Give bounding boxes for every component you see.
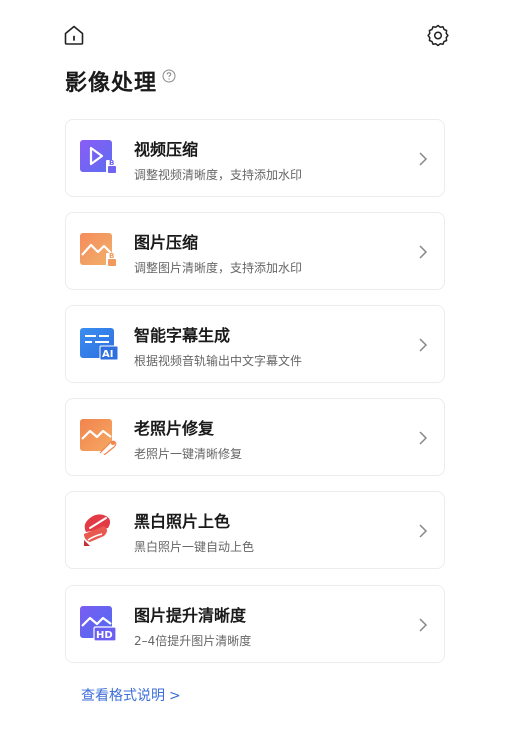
chevron-right-icon xyxy=(418,244,428,260)
card-title: 智能字幕生成 xyxy=(134,326,231,345)
help-circle-icon[interactable] xyxy=(162,68,176,83)
card-title: 图片提升清晰度 xyxy=(134,606,247,625)
card-title: 黑白照片上色 xyxy=(134,512,231,531)
card-description: 调整图片清晰度，支持添加水印 xyxy=(134,261,303,275)
page-title: 影像处理 xyxy=(65,71,158,96)
svg-text:AI: AI xyxy=(102,349,113,360)
card-description: 2–4倍提升图片清晰度 xyxy=(134,634,252,648)
page-header: 影像处理 xyxy=(65,64,176,98)
card-title: 图片压缩 xyxy=(134,233,199,252)
format-help-link[interactable]: 查看格式说明 > xyxy=(81,685,181,705)
chevron-right-icon xyxy=(418,430,428,446)
svg-text:B: B xyxy=(109,252,114,260)
card-description: 黑白照片一键自动上色 xyxy=(134,540,255,554)
card-colorize[interactable]: 黑白照片上色 黑白照片一键自动上色 xyxy=(65,491,445,569)
card-video-compress[interactable]: B 视频压缩 调整视频清晰度，支持添加水印 xyxy=(65,119,445,197)
home-icon[interactable] xyxy=(62,23,86,47)
card-hd-enhance[interactable]: HD 图片提升清晰度 2–4倍提升图片清晰度 xyxy=(65,585,445,663)
chevron-right-icon: > xyxy=(169,688,181,704)
svg-text:HD: HD xyxy=(96,630,113,641)
card-description: 调整视频清晰度，支持添加水印 xyxy=(134,168,303,182)
top-bar xyxy=(0,0,514,60)
gear-icon[interactable] xyxy=(426,23,450,47)
chevron-right-icon xyxy=(418,151,428,167)
chevron-right-icon xyxy=(418,523,428,539)
card-title: 视频压缩 xyxy=(134,140,199,159)
image-compress-icon: B xyxy=(80,233,118,269)
card-ai-subtitle[interactable]: AI 智能字幕生成 根据视频音轨输出中文字幕文件 xyxy=(65,305,445,383)
colorize-icon xyxy=(80,512,118,548)
hd-enhance-icon: HD xyxy=(80,606,118,642)
svg-text:B: B xyxy=(109,159,114,167)
card-photo-repair[interactable]: 老照片修复 老照片一键清晰修复 xyxy=(65,398,445,476)
chevron-right-icon xyxy=(418,337,428,353)
card-description: 老照片一键清晰修复 xyxy=(134,447,243,461)
format-help-link-label: 查看格式说明 xyxy=(81,688,165,704)
video-compress-icon: B xyxy=(80,140,118,176)
card-image-compress[interactable]: B 图片压缩 调整图片清晰度，支持添加水印 xyxy=(65,212,445,290)
card-title: 老照片修复 xyxy=(134,419,215,438)
chevron-right-icon xyxy=(418,617,428,633)
ai-subtitle-icon: AI xyxy=(80,326,119,362)
photo-repair-icon xyxy=(80,419,118,456)
card-description: 根据视频音轨输出中文字幕文件 xyxy=(134,354,303,368)
